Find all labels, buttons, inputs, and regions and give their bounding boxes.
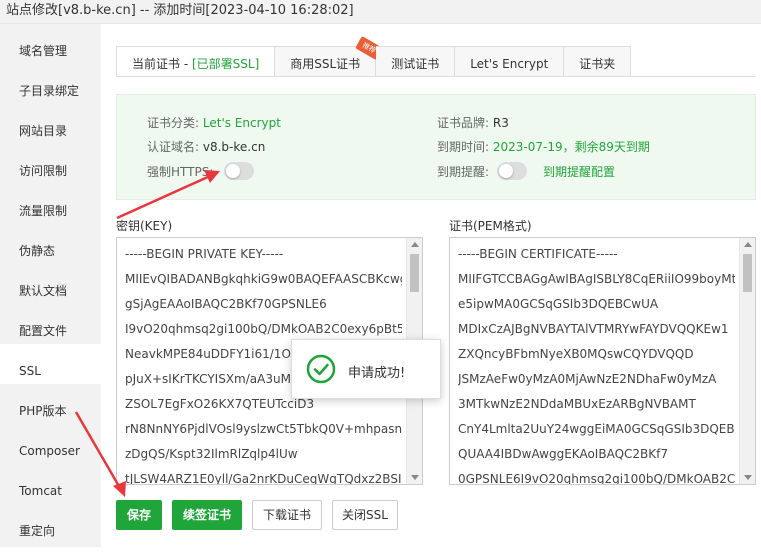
success-check-icon bbox=[306, 354, 336, 384]
sidebar-item-traffic-limit[interactable]: 流量限制 bbox=[0, 184, 101, 224]
sidebar-item-domain[interactable]: 域名管理 bbox=[0, 24, 101, 64]
scroll-thumb[interactable] bbox=[743, 254, 752, 292]
expire-remind-toggle[interactable] bbox=[497, 162, 527, 180]
cert-category-row: 证书分类: Let's Encrypt bbox=[147, 115, 281, 131]
tab-divider bbox=[116, 76, 756, 77]
scroll-down-icon[interactable] bbox=[744, 475, 752, 480]
expire-remind-config-link[interactable]: 到期提醒配置 bbox=[543, 164, 615, 180]
cert-domain-label: 认证域名: bbox=[147, 140, 200, 154]
scroll-up-icon[interactable] bbox=[411, 242, 419, 247]
window-title: 站点修改[v8.b-ke.cn] -- 添加时间[2023-04-10 16:2… bbox=[0, 0, 761, 24]
tab-commercial-ssl[interactable]: 商用SSL证书 推荐 bbox=[275, 35, 384, 77]
sidebar: 域名管理 子目录绑定 网站目录 访问限制 流量限制 伪静态 默认文档 配置文件 … bbox=[0, 24, 101, 547]
expire-remind-config-text: 到期提醒配置 bbox=[543, 165, 616, 179]
cert-expire-row: 到期时间: 2023-07-19，剩余89天到期 bbox=[437, 139, 650, 155]
toggle-knob bbox=[226, 164, 240, 178]
sidebar-item-ssl[interactable]: SSL bbox=[0, 344, 101, 384]
cert-line: ZXQncyBFbmNyeXB0MQswCQYDVQQD bbox=[458, 347, 694, 361]
scroll-down-icon[interactable] bbox=[411, 475, 419, 480]
sidebar-item-config-file[interactable]: 配置文件 bbox=[0, 304, 101, 344]
cert-line: -----BEGIN CERTIFICATE----- bbox=[458, 247, 618, 261]
cert-line: JSMzAeFw0yMzA0MjAwNzE2NDhaFw0yMzA bbox=[458, 372, 717, 386]
force-https-label: 强制HTTPS: bbox=[147, 165, 214, 179]
key-line: zDgQS/Kspt32IlmRlZqlp4lUw bbox=[125, 447, 298, 461]
sidebar-item-composer[interactable]: Composer bbox=[0, 424, 101, 464]
cert-expire-label: 到期时间: bbox=[437, 140, 490, 154]
cert-domain-value: v8.b-ke.cn bbox=[202, 140, 266, 154]
expire-remind-label: 到期提醒: bbox=[437, 165, 490, 179]
tab-current-cert-status: [已部署SSL] bbox=[191, 57, 260, 71]
tab-commercial-ssl-label: 商用SSL证书 bbox=[290, 57, 361, 71]
download-cert-button[interactable]: 下载证书 bbox=[252, 500, 322, 530]
cert-category-value: Let's Encrypt bbox=[202, 116, 281, 130]
sidebar-item-site-dir[interactable]: 网站目录 bbox=[0, 104, 101, 144]
cert-line: e5ipwMA0GCSqGSIb3DQEBCwUA bbox=[458, 297, 659, 311]
ssl-tabs: 当前证书 - [已部署SSL] 商用SSL证书 推荐 测试证书 Let's En… bbox=[116, 35, 632, 77]
cert-brand-label: 证书品牌: bbox=[437, 116, 490, 130]
renew-cert-button[interactable]: 续签证书 bbox=[172, 500, 242, 530]
cert-category-label: 证书分类: bbox=[147, 116, 200, 130]
cert-brand-value: R3 bbox=[492, 116, 509, 130]
cert-expire-value: 2023-07-19，剩余89天到期 bbox=[492, 140, 650, 154]
cert-line: MDIxCzAJBgNVBAYTAlVTMRYwFAYDVQQKEw1 bbox=[458, 322, 729, 336]
key-line: rN8NnNY6PjdlVOsl9yslzwCt5TbkQ0V+mhpasnf bbox=[125, 422, 402, 436]
key-line: -----BEGIN PRIVATE KEY----- bbox=[125, 247, 284, 261]
force-https-toggle[interactable] bbox=[224, 162, 254, 180]
cert-info-panel: 证书分类: Let's Encrypt 认证域名: v8.b-ke.cn 强制H… bbox=[116, 94, 756, 200]
cert-line: MIIFGTCCBAGgAwIBAgISBLY8CqERiiIO99boyMt bbox=[458, 272, 735, 286]
toast-message: 申请成功! bbox=[348, 366, 406, 381]
tab-current-cert-label: 当前证书 - bbox=[132, 57, 192, 71]
tab-letsencrypt[interactable]: Let's Encrypt bbox=[455, 46, 565, 77]
sidebar-item-subdir[interactable]: 子目录绑定 bbox=[0, 64, 101, 104]
tab-cert-folder[interactable]: 证书夹 bbox=[564, 46, 632, 77]
scroll-up-icon[interactable] bbox=[744, 242, 752, 247]
force-https-row: 强制HTTPS: bbox=[147, 164, 213, 180]
cert-line: CnY4Lmlta2UuY24wggEiMA0GCSqGSIb3DQEBA bbox=[458, 422, 735, 436]
sidebar-item-php-version[interactable]: PHP版本 bbox=[0, 384, 101, 424]
sidebar-item-access-limit[interactable]: 访问限制 bbox=[0, 144, 101, 184]
cert-scrollbar[interactable] bbox=[739, 238, 755, 484]
certificate-lines: -----BEGIN CERTIFICATE----- MIIFGTCCBAGgA… bbox=[458, 242, 735, 485]
sidebar-item-redirect[interactable]: 重定向 bbox=[0, 504, 101, 544]
key-line: tJLSW4ARZ1E0yll/Ga2nrKDuCeqWgTQdxz2BSI4 bbox=[125, 472, 402, 485]
cert-line: QUAA4IBDwAwggEKAoIBAQC2BKf7 bbox=[458, 447, 668, 461]
certificate-textarea[interactable]: -----BEGIN CERTIFICATE----- MIIFGTCCBAGgA… bbox=[449, 237, 756, 485]
sidebar-item-rewrite[interactable]: 伪静态 bbox=[0, 224, 101, 264]
save-button[interactable]: 保存 bbox=[116, 500, 162, 530]
key-line: gSjAgEAAoIBAQC2BKf70GPSNLE6 bbox=[125, 297, 327, 311]
cert-domain-row: 认证域名: v8.b-ke.cn bbox=[147, 139, 265, 155]
expire-remind-row: 到期提醒: bbox=[437, 164, 489, 180]
cert-line: 3MTkwNzE2NDdaMBUxEzARBgNVBAMT bbox=[458, 397, 696, 411]
cert-brand-row: 证书品牌: R3 bbox=[437, 115, 509, 131]
cert-label: 证书(PEM格式) bbox=[449, 219, 532, 233]
scroll-thumb[interactable] bbox=[410, 254, 419, 292]
key-label: 密钥(KEY) bbox=[116, 219, 173, 233]
sidebar-item-default-doc[interactable]: 默认文档 bbox=[0, 264, 101, 304]
sidebar-item-tomcat[interactable]: Tomcat bbox=[0, 464, 101, 504]
close-ssl-button[interactable]: 关闭SSL bbox=[332, 500, 398, 530]
tab-test-cert[interactable]: 测试证书 bbox=[376, 46, 456, 77]
cert-line: 0GPSNLE6I9vO20qhmsq2gi100bQ/DMkOAB2C0 bbox=[458, 472, 735, 485]
toggle-knob bbox=[499, 164, 513, 178]
tab-current-cert[interactable]: 当前证书 - [已部署SSL] bbox=[116, 46, 276, 77]
key-line: MIIEvQIBADANBgkqhkiG9w0BAQEFAASCBKcwg bbox=[125, 272, 402, 286]
success-toast: 申请成功! bbox=[291, 339, 441, 399]
